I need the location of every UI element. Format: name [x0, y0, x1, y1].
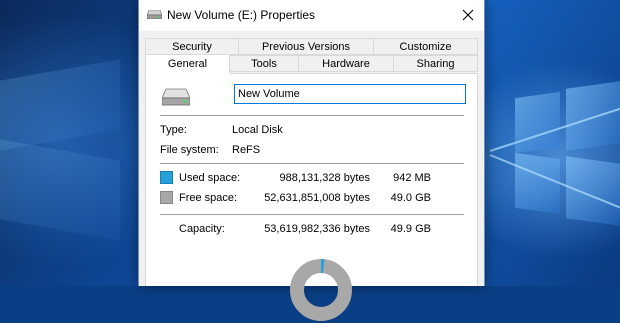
- tab-customize[interactable]: Customize: [373, 38, 478, 55]
- window-title: New Volume (E:) Properties: [167, 8, 316, 22]
- close-button[interactable]: [452, 0, 484, 30]
- general-panel: Type: Local Disk File system: ReFS Used …: [145, 73, 478, 321]
- close-icon: [462, 9, 474, 21]
- file-system-value: ReFS: [232, 144, 261, 156]
- tab-label: Tools: [251, 58, 277, 70]
- file-system-label: File system:: [160, 144, 219, 156]
- tab-label: General: [167, 58, 208, 70]
- free-space-label: Free space:: [179, 192, 238, 204]
- type-label: Type:: [160, 124, 187, 136]
- tab-label: Security: [172, 41, 212, 53]
- separator: [160, 214, 464, 215]
- tab-hardware[interactable]: Hardware: [298, 55, 394, 72]
- tab-label: Sharing: [416, 58, 455, 70]
- free-space-swatch: [160, 191, 173, 204]
- drive-icon: [147, 10, 162, 19]
- properties-dialog: New Volume (E:) Properties Security Prev…: [138, 0, 485, 321]
- free-space-bytes: 52,631,851,008 bytes: [264, 192, 370, 204]
- tab-sharing[interactable]: Sharing: [393, 55, 478, 72]
- separator: [160, 163, 464, 164]
- used-space-size: 942 MB: [393, 172, 431, 184]
- tab-security[interactable]: Security: [145, 38, 239, 55]
- capacity-bytes: 53,619,982,336 bytes: [264, 223, 370, 235]
- tab-previous-versions[interactable]: Previous Versions: [238, 38, 374, 55]
- tab-general[interactable]: General: [145, 54, 230, 74]
- used-space-swatch: [160, 171, 173, 184]
- separator: [160, 115, 464, 116]
- tab-tools[interactable]: Tools: [229, 55, 299, 72]
- windows-logo-pane: [515, 152, 560, 215]
- capacity-label: Capacity:: [179, 223, 225, 235]
- disk-usage-donut: [290, 259, 352, 321]
- capacity-size: 49.9 GB: [390, 223, 431, 235]
- drive-icon: [162, 88, 190, 106]
- volume-name-input[interactable]: [234, 84, 466, 104]
- tab-label: Previous Versions: [261, 41, 351, 53]
- used-space-bytes: 988,131,328 bytes: [279, 172, 370, 184]
- free-space-ring: [290, 259, 352, 321]
- tab-label: Hardware: [322, 58, 370, 70]
- windows-logo-pane: [515, 91, 560, 154]
- type-value: Local Disk: [232, 124, 283, 136]
- free-space-size: 49.0 GB: [390, 192, 431, 204]
- title-bar[interactable]: New Volume (E:) Properties: [139, 0, 484, 31]
- dialog-body: Security Previous Versions Customize Too…: [139, 31, 484, 321]
- windows-logo-pane: [0, 59, 120, 151]
- used-space-label: Used space:: [179, 172, 241, 184]
- windows-logo-pane: [0, 139, 120, 241]
- windows-logo-pane: [566, 156, 620, 226]
- tab-label: Customize: [399, 41, 452, 53]
